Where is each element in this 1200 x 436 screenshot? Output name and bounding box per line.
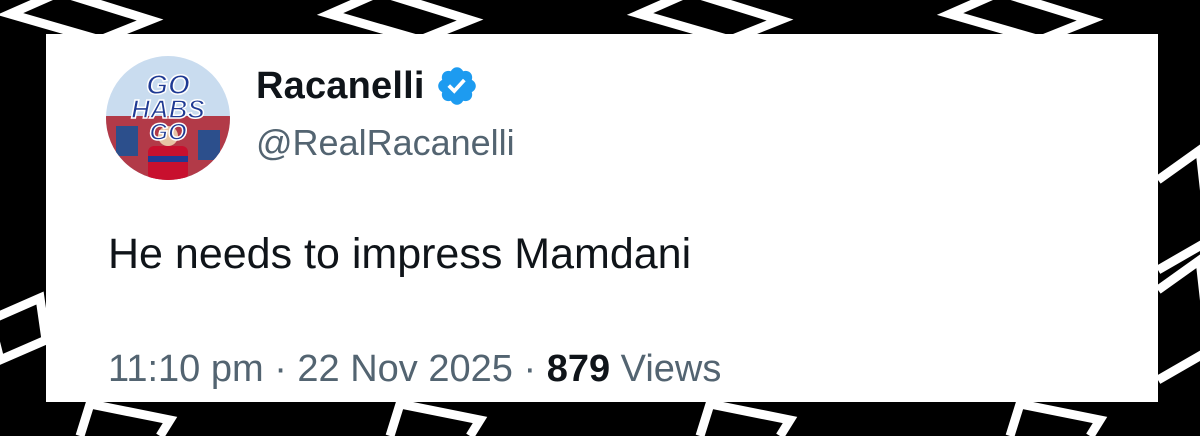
tweet-meta: 11:10 pm · 22 Nov 2025 · 879 Views xyxy=(108,348,721,391)
author-name-row: Racanelli xyxy=(256,60,479,112)
meta-separator: · xyxy=(274,348,287,390)
tweet-time[interactable]: 11:10 pm xyxy=(108,348,264,390)
verified-badge-icon xyxy=(435,64,479,108)
avatar-image: GO HABS GO xyxy=(106,56,230,180)
avatar[interactable]: GO HABS GO xyxy=(106,56,230,180)
avatar-text-line-3: GO xyxy=(149,119,187,146)
meta-separator: · xyxy=(523,348,537,390)
tweet-card: GO HABS GO Racanelli @RealRacanelli He n… xyxy=(46,34,1158,402)
tweet-text: He needs to impress Mamdani xyxy=(108,230,692,278)
tweet-date[interactable]: 22 Nov 2025 xyxy=(297,348,513,390)
views-label: Views xyxy=(620,348,722,390)
views-count[interactable]: 879 xyxy=(547,348,610,390)
user-handle[interactable]: @RealRacanelli xyxy=(256,122,515,164)
display-name[interactable]: Racanelli xyxy=(256,65,425,108)
